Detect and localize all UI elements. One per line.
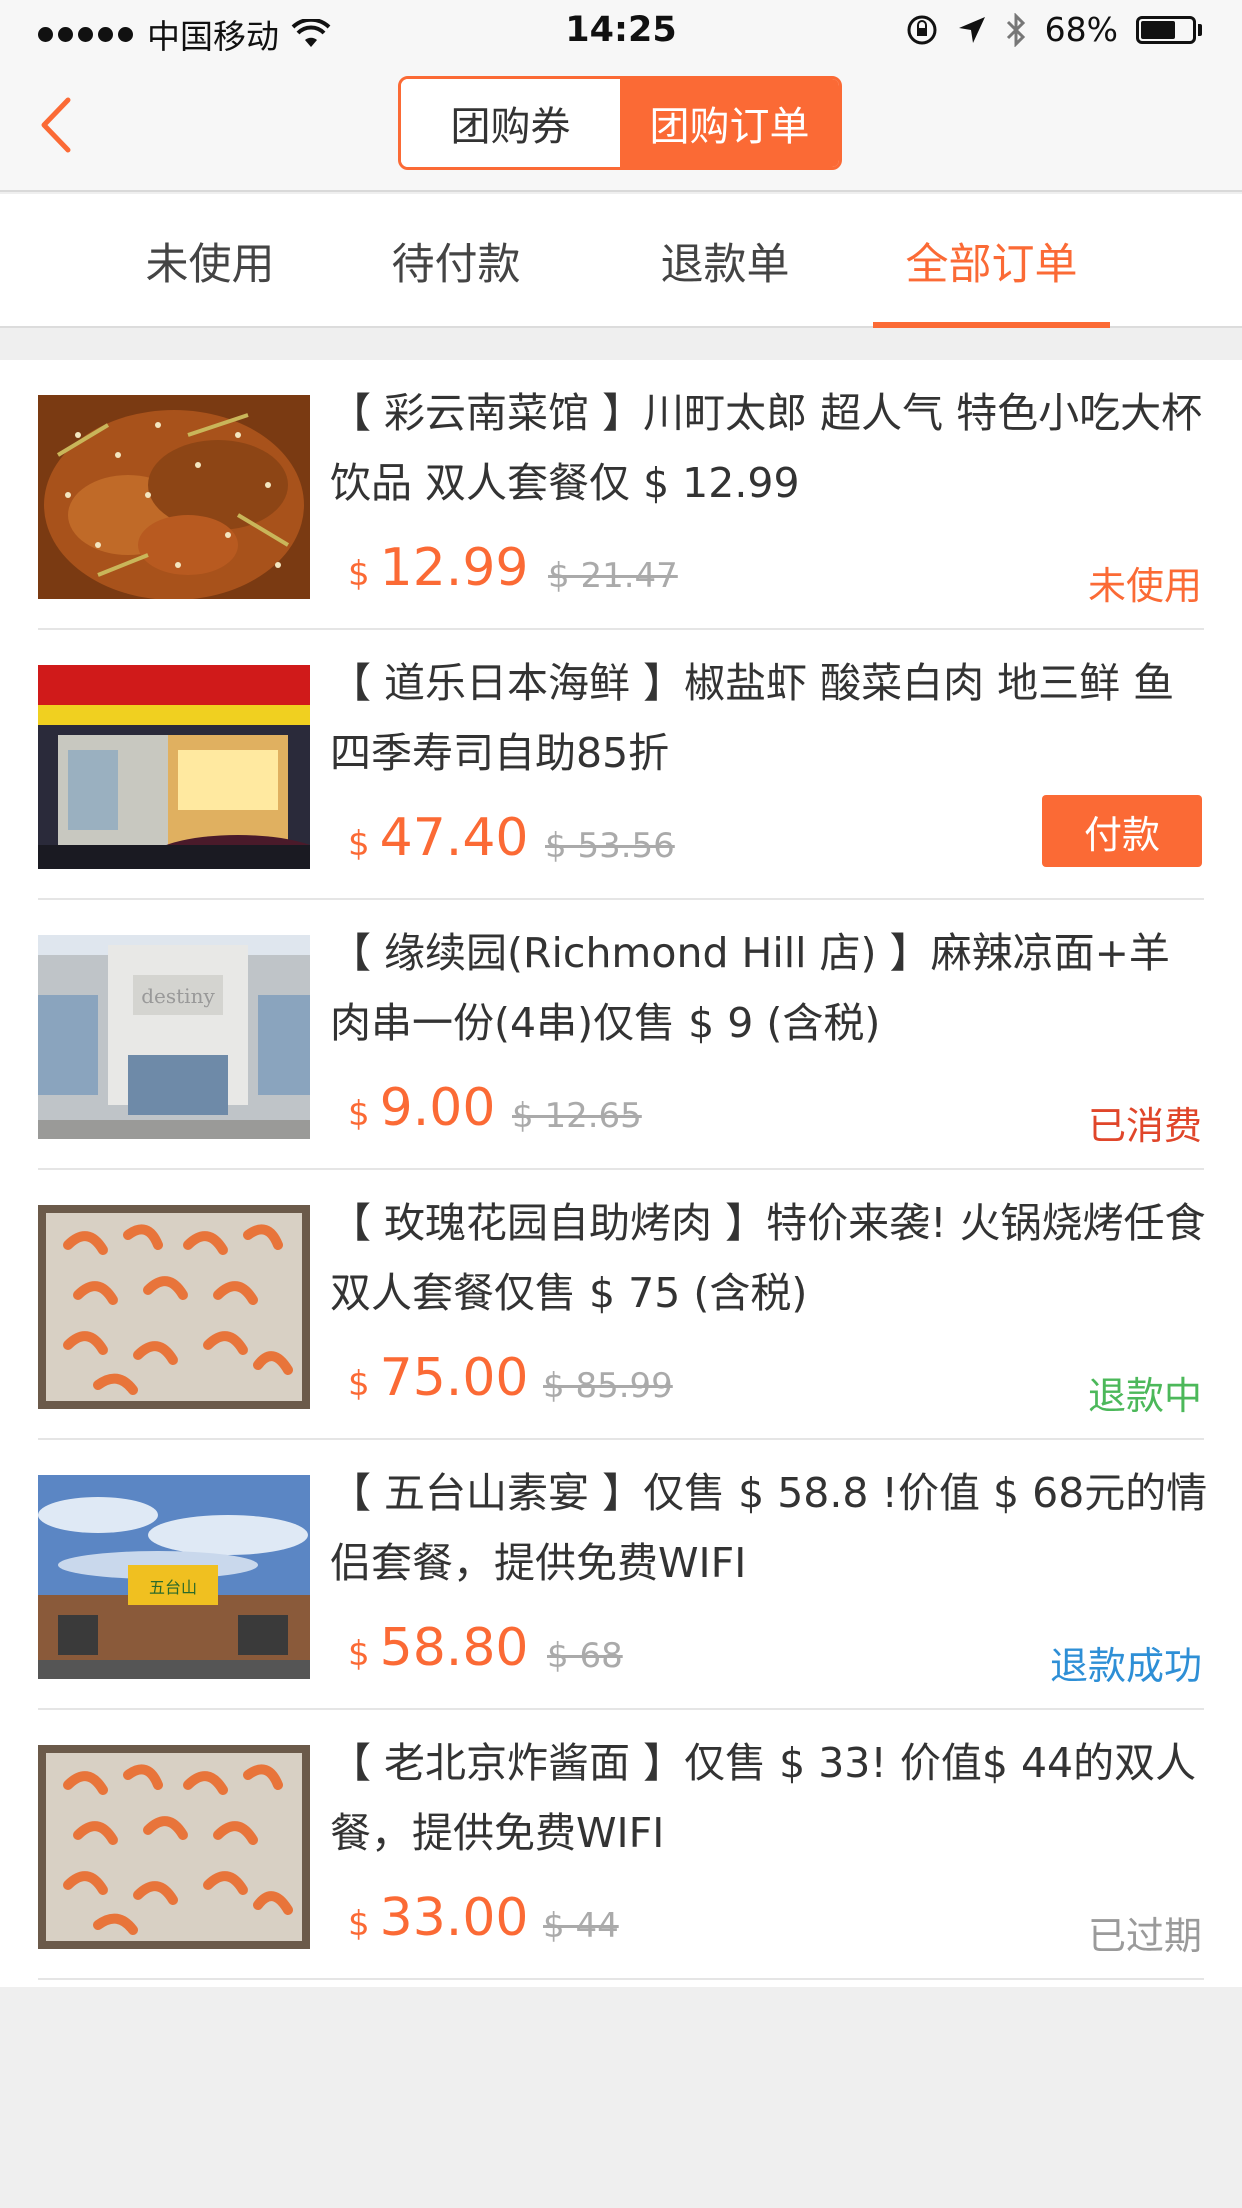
original-price: $ 85.99: [543, 1366, 673, 1406]
order-thumbnail: [38, 665, 310, 869]
battery-percent: 68%: [1044, 10, 1118, 49]
order-title: 【 老北京炸酱面 】仅售 $ 33! 价值$ 44的双人餐，提供免费WIFI: [330, 1739, 1197, 1857]
list-item[interactable]: 【 彩云南菜馆 】川町太郎 超人气 特色小吃大杯饮品 双人套餐仅 $ 12.99…: [0, 360, 1242, 630]
original-price: $ 12.65: [512, 1096, 642, 1136]
order-price: $ 58.80: [348, 1618, 529, 1678]
status-badge: 未使用: [1087, 564, 1202, 608]
divider: [38, 1978, 1204, 1980]
currency-symbol: $: [348, 824, 370, 864]
order-title: 【 缘续园(Richmond Hill 店) 】麻辣凉面+羊肉串一份(4串)仅售…: [330, 929, 1170, 1047]
order-list: 【 彩云南菜馆 】川町太郎 超人气 特色小吃大杯饮品 双人套餐仅 $ 12.99…: [0, 360, 1242, 1987]
list-item[interactable]: 五台山 【 五台山素宴 】仅售 $ 58.8 !价值 $ 68元的情侣套餐，提供…: [0, 1440, 1242, 1710]
tab-all-orders[interactable]: 全部订单: [873, 194, 1110, 328]
svg-text:五台山: 五台山: [149, 1578, 197, 1597]
original-price: $ 44: [543, 1906, 619, 1946]
segment-coupons[interactable]: 团购券: [401, 79, 620, 167]
order-thumbnail: [38, 395, 310, 599]
tab-unused[interactable]: 未使用: [110, 194, 310, 328]
status-badge: 已过期: [1087, 1914, 1202, 1958]
order-thumbnail: [38, 1205, 310, 1409]
price-value: 33.00: [379, 1888, 529, 1948]
list-item[interactable]: 【 道乐日本海鲜 】椒盐虾 酸菜白肉 地三鲜 鱼四季寿司自助85折 $ 47.4…: [0, 630, 1242, 900]
pay-button[interactable]: 付款: [1042, 795, 1202, 867]
status-bar: 中国移动 14:25 68%: [0, 0, 1242, 60]
order-thumbnail: destiny: [38, 935, 310, 1139]
segment-orders[interactable]: 团购订单: [620, 79, 839, 167]
order-title: 【 道乐日本海鲜 】椒盐虾 酸菜白肉 地三鲜 鱼四季寿司自助85折: [330, 659, 1175, 777]
location-arrow-icon: [958, 16, 985, 43]
order-price: $ 47.40: [348, 808, 529, 868]
price-value: 47.40: [379, 808, 529, 868]
currency-symbol: $: [348, 1094, 370, 1134]
rotation-lock-icon: [907, 15, 937, 44]
list-item[interactable]: 【 玫瑰花园自助烤肉 】特价来袭! 火锅烧烤任食双人套餐仅售 $ 75 (含税)…: [0, 1170, 1242, 1440]
order-title: 【 五台山素宴 】仅售 $ 58.8 !价值 $ 68元的情侣套餐，提供免费WI…: [330, 1469, 1208, 1587]
order-thumbnail: [38, 1745, 310, 1949]
filter-tabs: 未使用 待付款 退款单 全部订单: [0, 194, 1242, 328]
segmented-control: 团购券 团购订单: [398, 76, 842, 170]
tab-refunds[interactable]: 退款单: [625, 194, 825, 328]
order-thumbnail: 五台山: [38, 1475, 310, 1679]
order-price: $ 9.00: [348, 1078, 495, 1138]
active-tab-indicator: [873, 322, 1110, 328]
price-value: 58.80: [379, 1618, 529, 1678]
status-badge: 已消费: [1087, 1104, 1202, 1148]
price-value: 75.00: [379, 1348, 529, 1408]
original-price: $ 68: [547, 1636, 623, 1676]
order-title: 【 彩云南菜馆 】川町太郎 超人气 特色小吃大杯饮品 双人套餐仅 $ 12.99: [330, 389, 1203, 507]
price-value: 9.00: [379, 1078, 496, 1138]
back-button[interactable]: [30, 90, 90, 160]
order-price: $ 75.00: [348, 1348, 529, 1408]
order-price: $ 12.99: [348, 538, 529, 598]
status-badge: 退款中: [1087, 1374, 1202, 1418]
chevron-left-icon: [41, 97, 71, 153]
battery-icon: [1136, 15, 1202, 44]
tab-all-orders-label: 全部订单: [905, 240, 1078, 290]
original-price: $ 53.56: [545, 826, 675, 866]
currency-symbol: $: [348, 1634, 370, 1674]
order-title: 【 玫瑰花园自助烤肉 】特价来袭! 火锅烧烤任食双人套餐仅售 $ 75 (含税): [330, 1199, 1206, 1317]
list-item[interactable]: destiny 【 缘续园(Richmond Hill 店) 】麻辣凉面+羊肉串…: [0, 900, 1242, 1170]
list-item[interactable]: 【 老北京炸酱面 】仅售 $ 33! 价值$ 44的双人餐，提供免费WIFI $…: [0, 1710, 1242, 1980]
status-badge: 退款成功: [1049, 1644, 1202, 1688]
original-price: $ 21.47: [548, 556, 678, 596]
currency-symbol: $: [348, 554, 370, 594]
price-value: 12.99: [379, 538, 529, 598]
currency-symbol: $: [348, 1904, 370, 1944]
tab-pending-payment[interactable]: 待付款: [356, 194, 556, 328]
bluetooth-icon: [1006, 12, 1025, 47]
currency-symbol: $: [348, 1364, 370, 1404]
order-price: $ 33.00: [348, 1888, 529, 1948]
svg-text:destiny: destiny: [141, 984, 215, 1008]
nav-bar: 团购券 团购订单: [0, 60, 1242, 192]
